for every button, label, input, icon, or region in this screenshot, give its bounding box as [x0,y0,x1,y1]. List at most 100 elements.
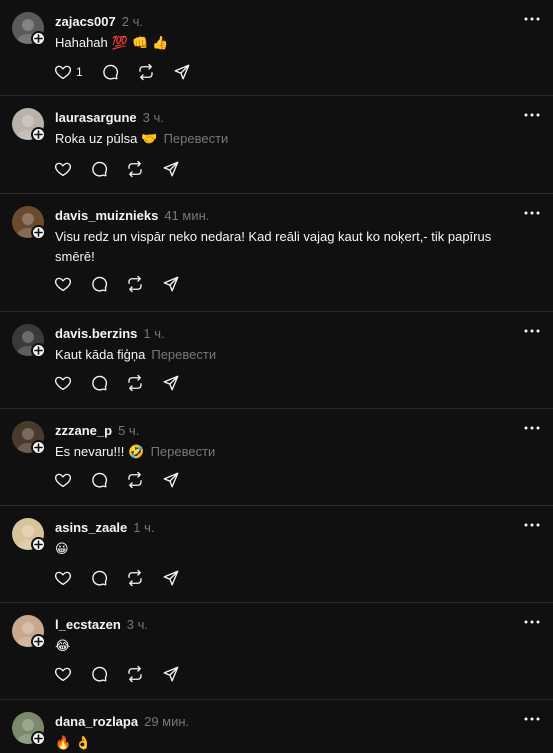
more-icon[interactable] [523,518,541,532]
translate-link[interactable]: Перевести [164,131,229,146]
avatar-container[interactable] [12,108,46,142]
repost-icon [139,63,153,81]
like-button[interactable] [54,470,72,490]
comment-icon [92,161,108,177]
timestamp[interactable]: 1 ч. [143,326,164,341]
avatar-container[interactable] [12,518,46,552]
translate-link[interactable]: Перевести [151,347,216,362]
share-button[interactable] [162,274,180,294]
repost-button[interactable] [126,664,144,684]
comment-button[interactable] [90,568,108,588]
repost-button[interactable] [126,159,144,179]
more-icon[interactable] [523,12,541,26]
avatar-container[interactable] [12,324,46,358]
more-icon[interactable] [523,206,541,220]
timestamp[interactable]: 3 ч. [127,617,148,632]
more-icon[interactable] [523,324,541,338]
username[interactable]: davis.berzins [55,326,137,341]
comment-button[interactable] [90,664,108,684]
repost-button[interactable] [137,62,155,82]
comment-icon [92,666,108,682]
username[interactable]: zzzane_p [55,423,112,438]
more-icon[interactable] [523,108,541,122]
comment-icon [92,276,108,292]
comment-button[interactable] [90,274,108,294]
comment-text: 😀 [55,539,495,560]
comment-button[interactable] [90,470,108,490]
comment-icon [92,375,108,391]
follow-plus-icon[interactable] [31,440,46,455]
comment-body: Hahahah [55,35,108,50]
comment-text: Visu redz un vispār neko nedara! Kad reā… [55,227,495,268]
translate-link[interactable]: Перевести [151,444,216,459]
share-icon [163,375,179,391]
repost-button[interactable] [126,274,144,294]
repost-button[interactable] [126,470,144,490]
action-bar [54,664,198,684]
share-button[interactable] [162,470,180,490]
like-button[interactable] [54,373,72,393]
timestamp[interactable]: 1 ч. [133,520,154,535]
timestamp[interactable]: 29 мин. [144,714,189,729]
like-button[interactable]: 1 [54,62,83,82]
comment-button[interactable] [90,159,108,179]
like-button[interactable] [54,274,72,294]
post-header: zzzane_p 5 ч. [55,421,139,439]
share-icon [163,666,179,682]
follow-plus-icon[interactable] [31,31,46,46]
avatar-container[interactable] [12,206,46,240]
follow-plus-icon[interactable] [31,127,46,142]
username[interactable]: dana_rozlapa [55,714,138,729]
timestamp[interactable]: 2 ч. [122,14,143,29]
like-button[interactable] [54,568,72,588]
follow-plus-icon[interactable] [31,537,46,552]
follow-plus-icon[interactable] [31,225,46,240]
like-button[interactable] [54,664,72,684]
comment-post: davis_muiznieks 41 мин. Visu redz un vis… [0,194,553,312]
action-bar [54,274,198,294]
more-icon[interactable] [523,712,541,726]
follow-plus-icon[interactable] [31,731,46,746]
share-button[interactable] [162,568,180,588]
timestamp[interactable]: 41 мин. [164,208,209,223]
more-icon[interactable] [523,421,541,435]
repost-button[interactable] [126,373,144,393]
avatar-container[interactable] [12,12,46,46]
comment-emoji: 😂 [55,639,71,654]
username[interactable]: l_ecstazen [55,617,121,632]
comment-post: davis.berzins 1 ч. Kaut kāda fiģņa Переве… [0,312,553,409]
heart-icon [54,667,72,682]
share-icon [174,64,190,80]
like-button[interactable] [54,159,72,179]
follow-plus-icon[interactable] [31,634,46,649]
avatar-container[interactable] [12,712,46,746]
timestamp[interactable]: 5 ч. [118,423,139,438]
comment-icon [92,570,108,586]
comment-text: Es nevaru!!! 🤣 Перевести [55,442,495,463]
username[interactable]: laurasargune [55,110,137,125]
username[interactable]: zajacs007 [55,14,116,29]
username[interactable]: asins_zaale [55,520,127,535]
share-icon [163,161,179,177]
comment-text: Hahahah 💯 👊 👍 [55,33,495,54]
more-icon[interactable] [523,615,541,629]
share-button[interactable] [173,62,191,82]
repost-icon [128,374,142,392]
avatar-container[interactable] [12,615,46,649]
share-button[interactable] [162,373,180,393]
share-button[interactable] [162,664,180,684]
comment-emoji: 🔥 👌 [55,736,92,751]
timestamp[interactable]: 3 ч. [143,110,164,125]
username[interactable]: davis_muiznieks [55,208,158,223]
repost-icon [128,160,142,178]
comment-text: 🔥 👌 [55,733,495,753]
post-header: zajacs007 2 ч. [55,12,143,30]
follow-plus-icon[interactable] [31,343,46,358]
share-button[interactable] [162,159,180,179]
repost-button[interactable] [126,568,144,588]
comment-button[interactable] [101,62,119,82]
comment-text: Kaut kāda fiģņa Перевести [55,345,495,366]
comment-button[interactable] [90,373,108,393]
heart-icon [54,162,72,177]
avatar-container[interactable] [12,421,46,455]
